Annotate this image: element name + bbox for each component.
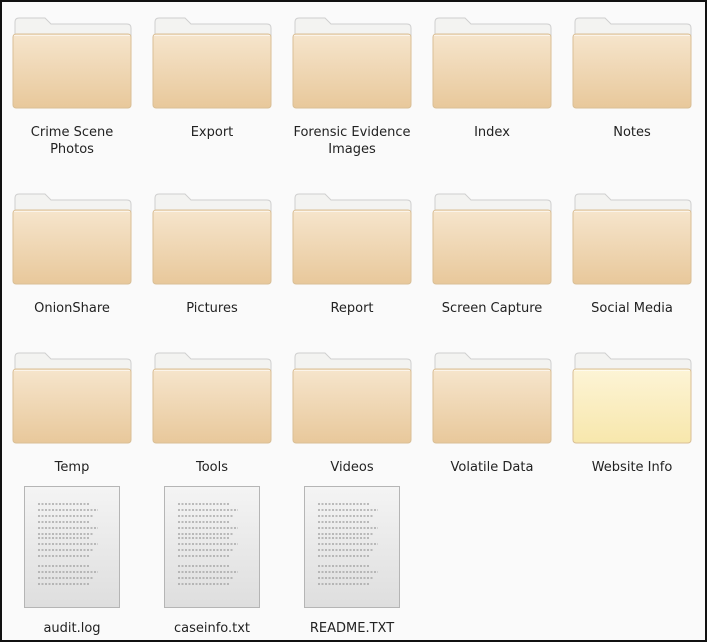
folder-label: Forensic Evidence Images <box>293 125 411 157</box>
folder-icon <box>292 193 412 285</box>
folder-label: Pictures <box>186 301 238 316</box>
folder-icon <box>572 17 692 109</box>
folder-icon <box>292 17 412 109</box>
text-file-icon <box>24 486 120 608</box>
folder-label: Index <box>474 125 510 140</box>
folder-icon <box>432 17 552 109</box>
file-audit-log[interactable]: audit.log <box>2 486 142 637</box>
folder-temp[interactable]: Temp <box>2 347 142 476</box>
folder-label: Tools <box>195 460 229 475</box>
folder-label: Export <box>190 125 234 140</box>
folder-screen-capture[interactable]: Screen Capture <box>422 188 562 317</box>
icon-grid: Crime Scene Photos Export Forensic Evide… <box>2 2 705 640</box>
folder-social-media[interactable]: Social Media <box>562 188 702 317</box>
folder-icon <box>152 352 272 444</box>
folder-index[interactable]: Index <box>422 12 562 141</box>
folder-export[interactable]: Export <box>142 12 282 141</box>
folder-label: Volatile Data <box>450 460 534 475</box>
folder-label: Website Info <box>591 460 673 475</box>
folder-icon <box>152 17 272 109</box>
folder-icon <box>292 352 412 444</box>
folder-icon <box>152 193 272 285</box>
folder-crime-scene-photos[interactable]: Crime Scene Photos <box>2 12 142 158</box>
file-label: caseinfo.txt <box>173 621 251 636</box>
folder-tools[interactable]: Tools <box>142 347 282 476</box>
folder-onionshare[interactable]: OnionShare <box>2 188 142 317</box>
folder-pictures[interactable]: Pictures <box>142 188 282 317</box>
folder-icon <box>432 193 552 285</box>
folder-report[interactable]: Report <box>282 188 422 317</box>
folder-icon <box>572 193 692 285</box>
text-file-icon <box>164 486 260 608</box>
folder-label: Report <box>330 301 374 316</box>
folder-label: Crime Scene Photos <box>30 125 114 157</box>
folder-label: Temp <box>54 460 90 475</box>
folder-label: Videos <box>330 460 374 475</box>
folder-forensic-evidence-images[interactable]: Forensic Evidence Images <box>282 12 422 158</box>
folder-icon <box>12 17 132 109</box>
folder-label: Screen Capture <box>441 301 543 316</box>
folder-icon <box>12 193 132 285</box>
folder-videos[interactable]: Videos <box>282 347 422 476</box>
folder-label: OnionShare <box>34 301 110 316</box>
file-label: README.TXT <box>309 621 395 636</box>
folder-label: Notes <box>613 125 651 140</box>
text-file-icon <box>304 486 400 608</box>
folder-website-info[interactable]: Website Info <box>562 347 702 476</box>
folder-notes[interactable]: Notes <box>562 12 702 141</box>
file-readme-txt[interactable]: README.TXT <box>282 486 422 637</box>
folder-volatile-data[interactable]: Volatile Data <box>422 347 562 476</box>
file-manager-view: Crime Scene Photos Export Forensic Evide… <box>0 0 707 642</box>
folder-icon <box>12 352 132 444</box>
file-caseinfo-txt[interactable]: caseinfo.txt <box>142 486 282 637</box>
folder-icon <box>572 352 692 444</box>
file-label: audit.log <box>43 621 101 636</box>
folder-icon <box>432 352 552 444</box>
folder-label: Social Media <box>591 301 673 316</box>
